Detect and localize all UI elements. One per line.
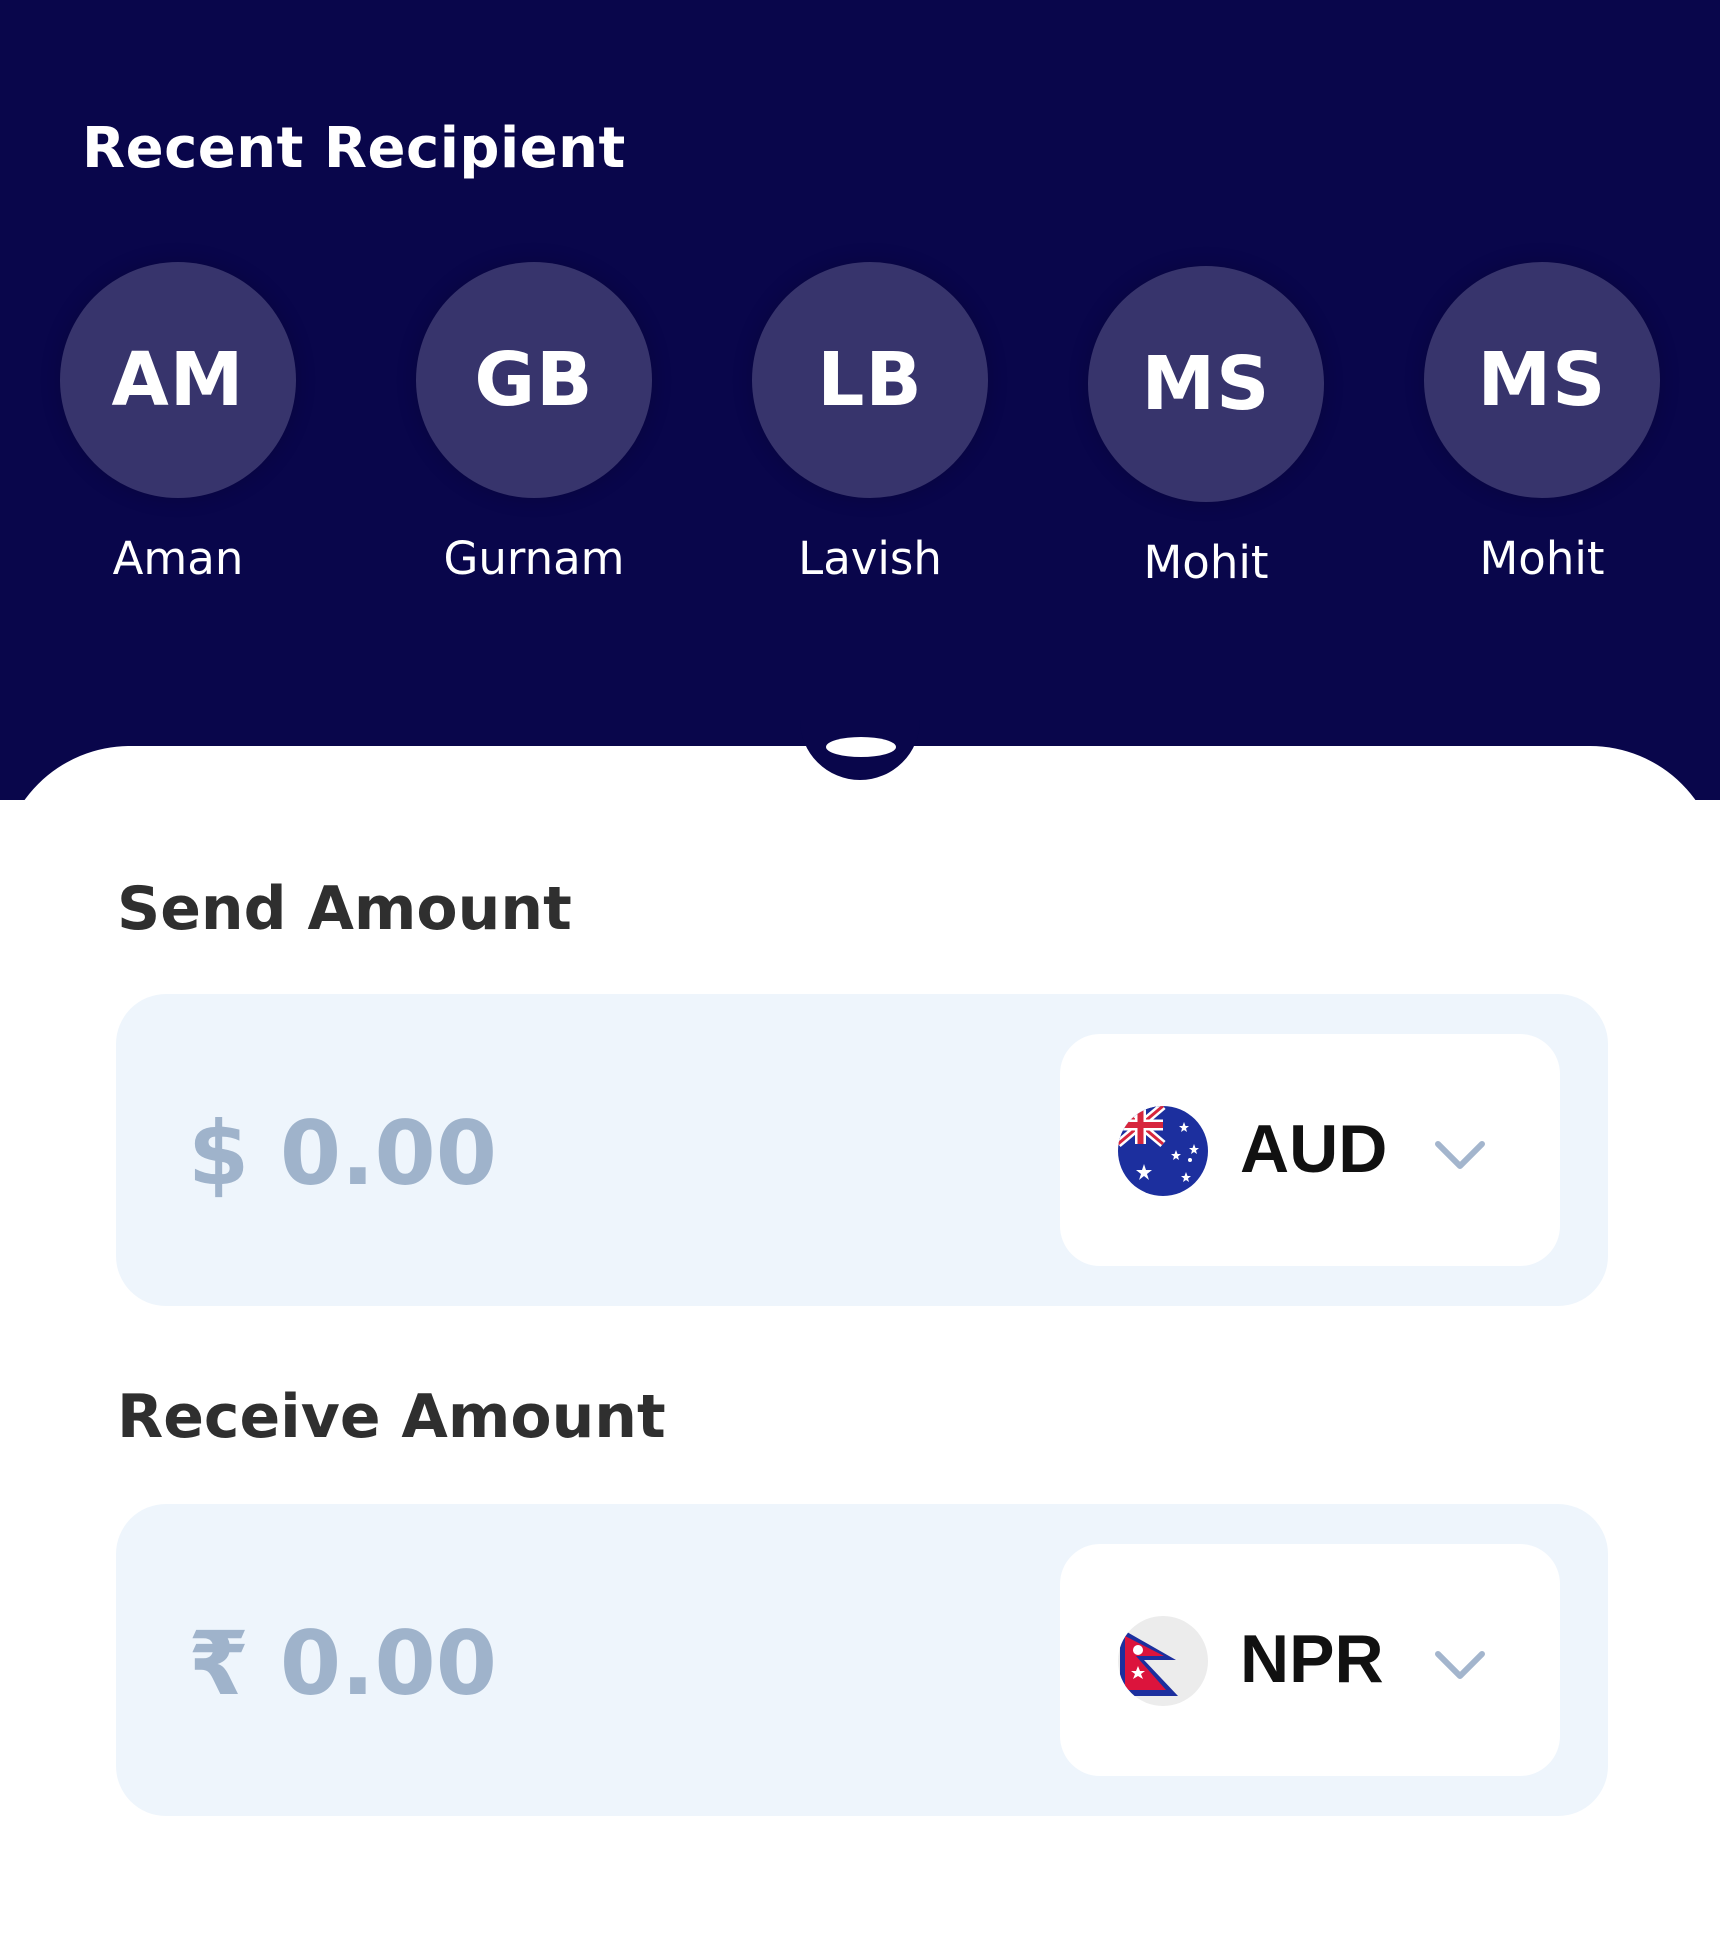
recipient-aman[interactable]: AM Aman [28,262,328,585]
avatar: MS [1424,262,1660,498]
recent-recipients-panel: Recent Recipient AM Aman GB Gurnam LB La… [0,0,1720,800]
recipient-name: Gurnam [443,532,625,585]
recipient-name: Lavish [798,532,942,585]
recipient-mohit-2[interactable]: MS Mohit [1392,262,1692,585]
australia-flag-icon [1118,1106,1208,1196]
sheet-handle[interactable] [826,737,896,757]
avatar: LB [752,262,988,498]
chevron-down-icon [1435,1141,1485,1169]
recipient-name: Aman [112,532,244,585]
nepal-flag-icon [1118,1616,1208,1706]
recipient-lavish[interactable]: LB Lavish [720,262,1020,585]
send-currency-select[interactable]: AUD [1060,1034,1560,1266]
receive-amount-input[interactable]: ₹ 0.00 [188,1612,497,1715]
receive-amount-label: Receive Amount [117,1382,666,1452]
recipient-gurnam[interactable]: GB Gurnam [384,262,684,585]
receive-amount-box: ₹ 0.00 NPR [116,1504,1608,1816]
send-currency-code: AUD [1240,1111,1388,1187]
recipient-name: Mohit [1479,532,1605,585]
recent-recipient-title: Recent Recipient [82,116,626,181]
receive-currency-select[interactable]: NPR [1060,1544,1560,1776]
receive-currency-code: NPR [1240,1621,1384,1697]
avatar: GB [416,262,652,498]
avatar: MS [1088,266,1324,502]
send-amount-input[interactable]: $ 0.00 [188,1102,497,1205]
recipient-mohit[interactable]: MS Mohit [1056,266,1356,589]
send-amount-label: Send Amount [117,874,572,944]
recipient-name: Mohit [1143,536,1269,589]
send-amount-box: $ 0.00 AUD [116,994,1608,1306]
chevron-down-icon [1435,1651,1485,1679]
avatar: AM [60,262,296,498]
